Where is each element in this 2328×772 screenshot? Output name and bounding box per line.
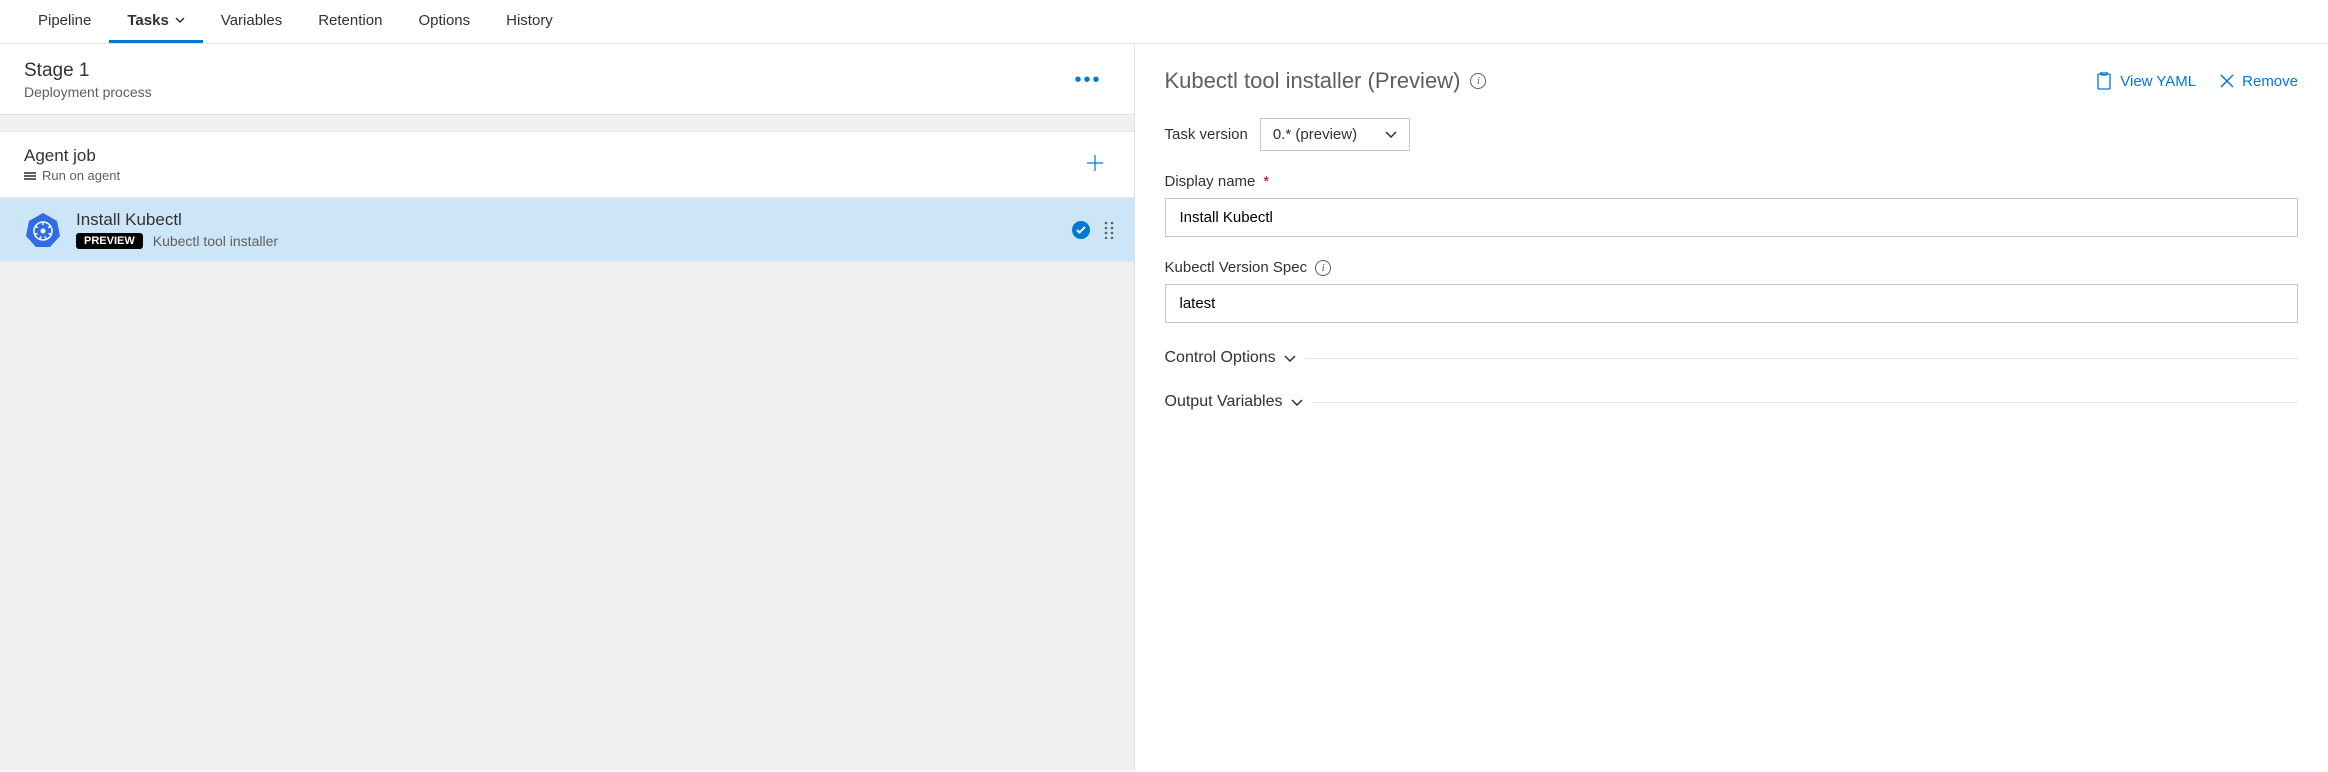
task-description: Kubectl tool installer bbox=[153, 233, 278, 249]
panel-title: Kubectl tool installer (Preview) bbox=[1165, 68, 1461, 94]
divider bbox=[1306, 358, 2298, 359]
right-panel: Kubectl tool installer (Preview) i View … bbox=[1135, 44, 2328, 771]
left-panel: Stage 1 Deployment process ••• Agent job… bbox=[0, 44, 1135, 771]
drag-handle-icon[interactable] bbox=[1104, 221, 1114, 239]
stage-subtitle: Deployment process bbox=[24, 84, 152, 100]
tab-bar: Pipeline Tasks Variables Retention Optio… bbox=[0, 0, 2328, 44]
info-icon[interactable]: i bbox=[1470, 73, 1486, 89]
remove-button[interactable]: Remove bbox=[2220, 73, 2298, 90]
job-name: Agent job bbox=[24, 146, 120, 166]
clipboard-icon bbox=[2096, 72, 2112, 90]
task-item-install-kubectl[interactable]: Install Kubectl PREVIEW Kubectl tool ins… bbox=[0, 198, 1134, 262]
output-variables-section[interactable]: Output Variables bbox=[1165, 393, 1303, 411]
task-version-label: Task version bbox=[1165, 126, 1248, 143]
chevron-down-icon bbox=[175, 17, 185, 23]
output-variables-label: Output Variables bbox=[1165, 393, 1283, 411]
add-task-button[interactable] bbox=[1080, 148, 1110, 181]
task-version-select[interactable]: 0.* (preview) bbox=[1260, 118, 1410, 151]
view-yaml-label: View YAML bbox=[2120, 73, 2196, 90]
task-version-value: 0.* (preview) bbox=[1273, 126, 1357, 143]
agent-icon bbox=[24, 172, 36, 180]
tab-options[interactable]: Options bbox=[400, 0, 488, 43]
preview-badge: PREVIEW bbox=[76, 233, 143, 249]
stage-name: Stage 1 bbox=[24, 60, 152, 82]
task-name: Install Kubectl bbox=[76, 210, 1058, 230]
display-name-label: Display name bbox=[1165, 173, 1256, 190]
tab-tasks-label: Tasks bbox=[127, 12, 168, 29]
control-options-section[interactable]: Control Options bbox=[1165, 349, 1296, 367]
remove-label: Remove bbox=[2242, 73, 2298, 90]
info-icon[interactable]: i bbox=[1315, 260, 1331, 276]
tab-history[interactable]: History bbox=[488, 0, 571, 43]
version-spec-label: Kubectl Version Spec bbox=[1165, 259, 1308, 276]
more-actions-button[interactable]: ••• bbox=[1066, 65, 1109, 96]
close-icon bbox=[2220, 74, 2234, 88]
chevron-down-icon bbox=[1385, 131, 1397, 138]
tab-pipeline[interactable]: Pipeline bbox=[20, 0, 109, 43]
view-yaml-button[interactable]: View YAML bbox=[2096, 72, 2196, 90]
tab-retention[interactable]: Retention bbox=[300, 0, 400, 43]
tab-variables[interactable]: Variables bbox=[203, 0, 300, 43]
control-options-label: Control Options bbox=[1165, 349, 1276, 367]
tab-tasks[interactable]: Tasks bbox=[109, 0, 202, 43]
job-header[interactable]: Agent job Run on agent bbox=[0, 131, 1134, 198]
required-indicator: * bbox=[1263, 173, 1269, 190]
chevron-down-icon bbox=[1291, 399, 1303, 406]
version-spec-input[interactable] bbox=[1165, 284, 2299, 323]
chevron-down-icon bbox=[1284, 355, 1296, 362]
divider bbox=[1313, 402, 2299, 403]
stage-header[interactable]: Stage 1 Deployment process ••• bbox=[0, 44, 1134, 115]
check-icon bbox=[1072, 221, 1090, 239]
kubernetes-icon bbox=[24, 211, 62, 249]
display-name-input[interactable] bbox=[1165, 198, 2299, 237]
job-subtitle: Run on agent bbox=[42, 168, 120, 183]
